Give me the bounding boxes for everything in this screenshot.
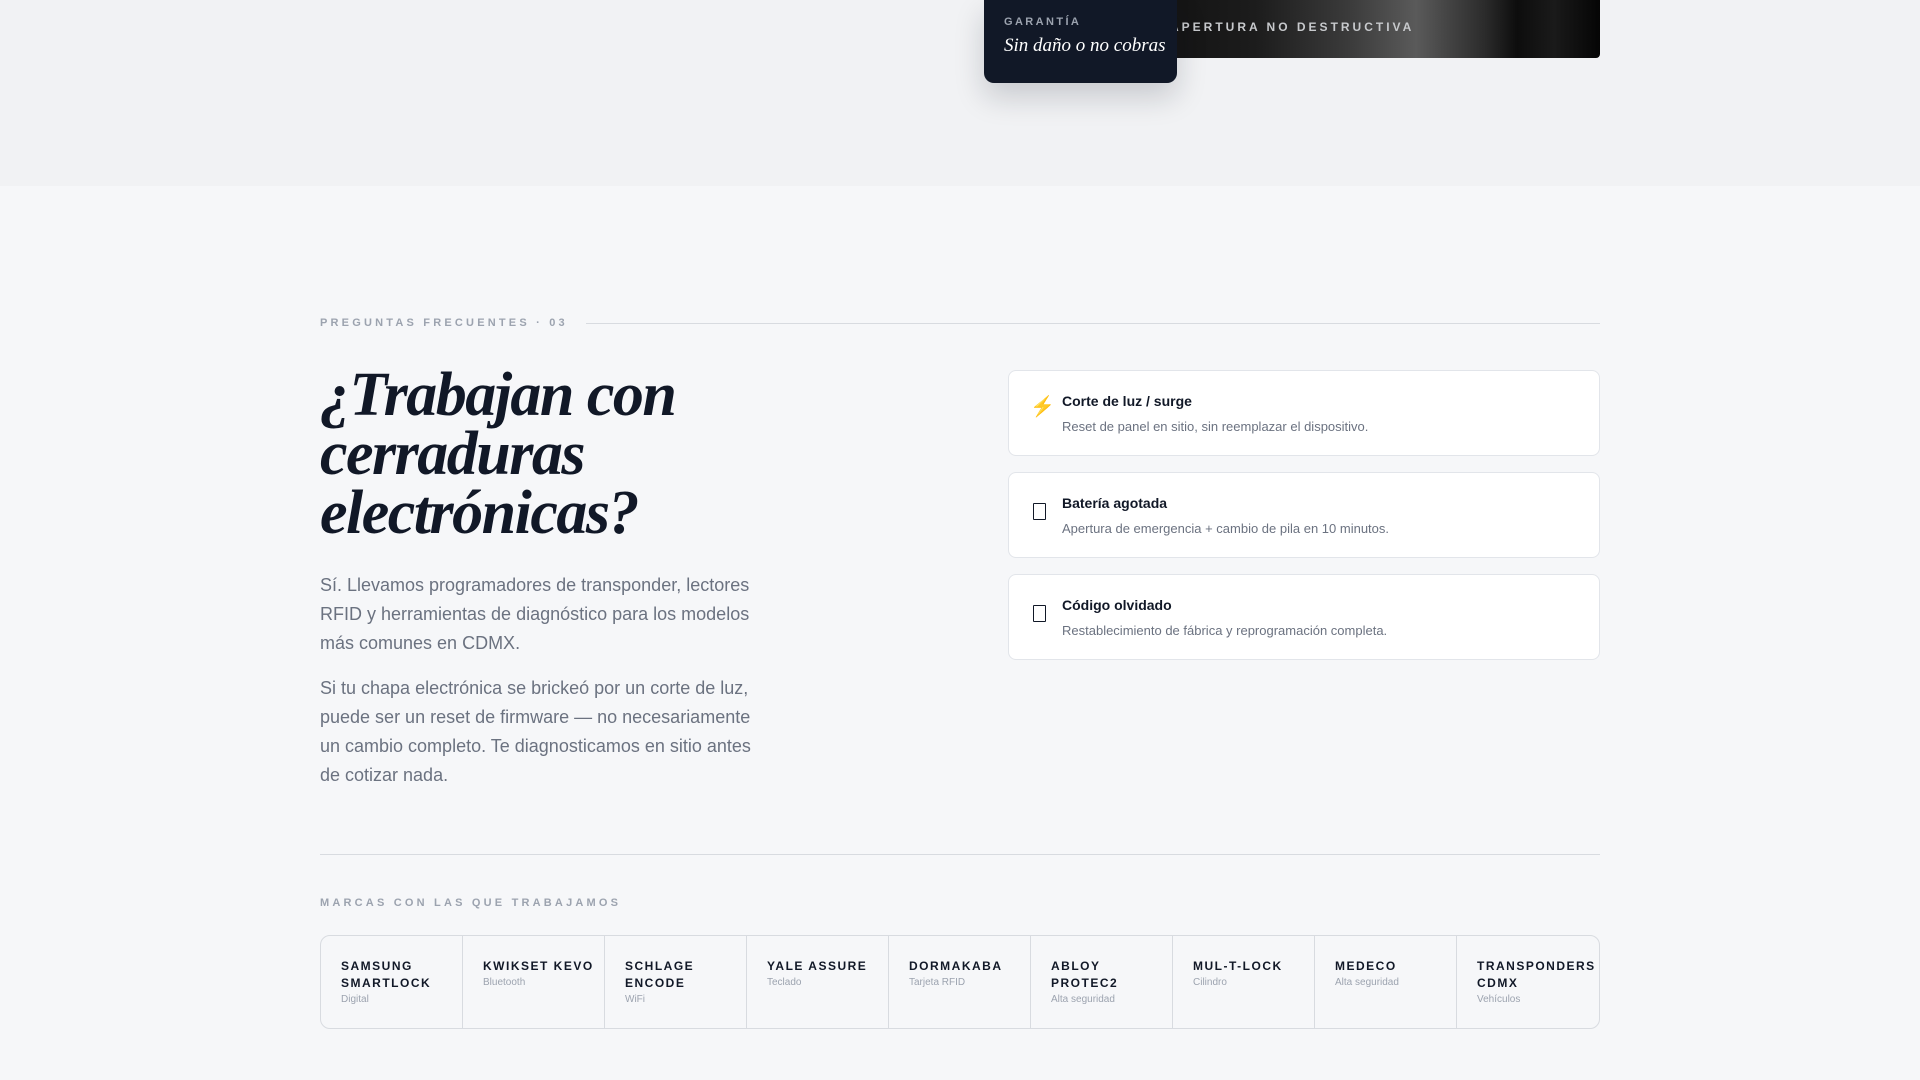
faq-headline: ¿Trabajan con cerraduras electrónicas? [320,361,677,547]
brand-type: Teclado [767,977,802,988]
issue-card-desc: Apertura de emergencia + cambio de pila … [1062,521,1389,536]
faq-paragraph-1: Sí. Llevamos programadores de transponde… [320,575,750,653]
brand-name: MUL-T-LOCK [1193,959,1283,973]
brand-type: WiFi [625,994,645,1005]
brand-name: SAMSUNG SMARTLOCK [341,959,432,990]
hero-image: APERTURA NO DESTRUCTIVA [1140,0,1600,58]
brand-type: Bluetooth [483,977,526,988]
issue-card-power-surge[interactable]: ⚡ Corte de luz / surge Reset de panel en… [1008,370,1600,456]
issue-card-title: Corte de luz / surge [1062,393,1192,409]
brand-item: MEDECO Alta seguridad [1315,936,1457,1028]
hero-band: APERTURA NO DESTRUCTIVA GARANTÍA Sin dañ… [0,0,1920,186]
brand-type: Alta seguridad [1051,994,1115,1005]
guarantee-badge: GARANTÍA Sin daño o no cobras [984,0,1177,83]
brand-item: MUL-T-LOCK Cilindro [1173,936,1315,1028]
issue-card-desc: Restablecimiento de fábrica y reprograma… [1062,623,1388,638]
brand-item: SCHLAGE ENCODE WiFi [605,936,747,1028]
issue-cards: ⚡ Corte de luz / surge Reset de panel en… [1008,370,1600,676]
issue-card-desc: Reset de panel en sitio, sin reemplazar … [1062,419,1369,434]
brand-name: MEDECO [1335,959,1397,973]
faq-eyebrow: PREGUNTAS FRECUENTES · 03 [320,317,568,329]
issue-card-title: Batería agotada [1062,495,1168,511]
brand-item: ABLOY PROTEC2 Alta seguridad [1031,936,1173,1028]
brand-item: YALE ASSURE Teclado [747,936,889,1028]
keypad-icon [1033,605,1046,622]
brand-item: SAMSUNG SMARTLOCK Digital [321,936,463,1028]
brand-type: Alta seguridad [1335,977,1399,988]
hero-caption: APERTURA NO DESTRUCTIVA [1170,20,1415,34]
issue-card-title: Código olvidado [1062,597,1172,613]
brands-strip: SAMSUNG SMARTLOCK Digital KWIKSET KEVO B… [320,935,1600,1029]
brand-type: Digital [341,994,369,1005]
brand-item: TRANSPONDERS CDMX Vehículos [1457,936,1599,1028]
brand-type: Cilindro [1193,977,1227,988]
brand-type: Vehículos [1477,994,1521,1005]
faq-paragraph-2: Si tu chapa electrónica se brickeó por u… [320,678,751,785]
brands-label: MARCAS CON LAS QUE TRABAJAMOS [320,897,622,909]
guarantee-text: Sin daño o no cobras [1004,35,1166,56]
brand-name: ABLOY PROTEC2 [1051,959,1119,990]
section-divider [320,854,1600,855]
brand-name: DORMAKABA [909,959,1003,973]
battery-icon [1033,503,1046,520]
lightning-icon: ⚡ [1030,396,1055,418]
brand-type: Tarjeta RFID [909,977,966,988]
eyebrow-divider [585,322,1600,324]
guarantee-label: GARANTÍA [1004,16,1082,28]
brand-name: SCHLAGE ENCODE [625,959,695,990]
brand-name: KWIKSET KEVO [483,959,594,973]
brand-item: DORMAKABA Tarjeta RFID [889,936,1031,1028]
issue-card-forgotten-code[interactable]: Código olvidado Restablecimiento de fábr… [1008,574,1600,660]
issue-card-battery[interactable]: Batería agotada Apertura de emergencia +… [1008,472,1600,558]
brand-name: YALE ASSURE [767,959,868,973]
faq-eyebrow-row: PREGUNTAS FRECUENTES · 03 [320,316,1600,330]
brand-item: KWIKSET KEVO Bluetooth [463,936,605,1028]
brand-name: TRANSPONDERS CDMX [1477,959,1596,990]
